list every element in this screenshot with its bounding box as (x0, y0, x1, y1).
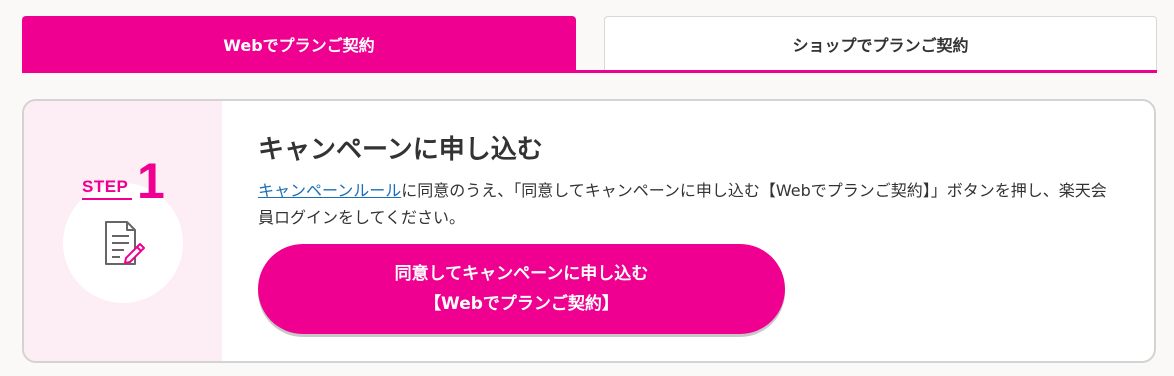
tab-web-contract-label: Webでプランご契約 (223, 35, 375, 55)
step-label: STEP (82, 177, 129, 196)
agree-apply-button-line2: 【Webでプランご契約】 (424, 294, 619, 314)
tab-underline (22, 70, 1157, 73)
step-card: STEP 1 キャンペーンに申し込む キャンペーンルールに同意のうえ、「同意して… (22, 99, 1156, 363)
step-content: キャンペーンに申し込む キャンペーンルールに同意のうえ、「同意してキャンペーンに… (258, 101, 1134, 361)
tab-shop-contract-label: ショップでプランご契約 (792, 36, 969, 55)
plan-tabs: Webでプランご契約 ショップでプランご契約 (22, 16, 1157, 73)
step-label-underline (82, 198, 132, 200)
campaign-rules-link[interactable]: キャンペーンルール (258, 181, 401, 200)
step-panel: STEP 1 (24, 101, 222, 361)
step-description: キャンペーンルールに同意のうえ、「同意してキャンペーンに申し込む【Webでプラン… (258, 177, 1118, 231)
document-pencil-icon (105, 221, 145, 265)
agree-apply-button[interactable]: 同意してキャンペーンに申し込む 【Webでプランご契約】 (258, 244, 785, 334)
tab-web-contract[interactable]: Webでプランご契約 (22, 16, 576, 71)
tab-shop-contract[interactable]: ショップでプランご契約 (604, 16, 1157, 71)
step-title: キャンペーンに申し込む (258, 135, 543, 165)
step-number: 1 (137, 153, 165, 209)
agree-apply-button-line1: 同意してキャンペーンに申し込む (394, 264, 649, 284)
